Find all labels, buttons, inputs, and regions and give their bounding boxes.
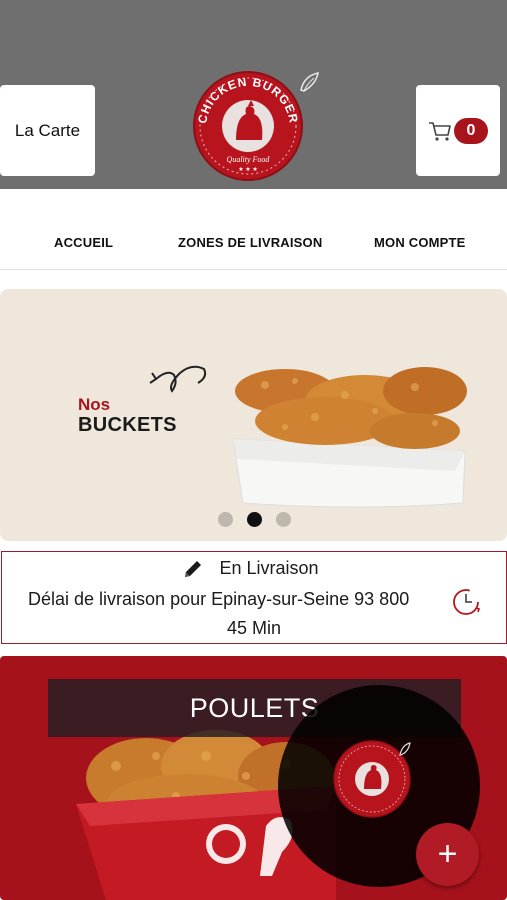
carousel-dot-3[interactable] <box>276 512 291 527</box>
overlay-brand-logo <box>333 740 411 818</box>
bucket-image <box>232 367 467 508</box>
clock-icon <box>453 589 481 615</box>
cart-count-badge: 0 <box>454 117 488 144</box>
promo-banner[interactable]: Nos BUCKETS <box>0 289 507 541</box>
arrow-doodle-icon <box>149 365 207 393</box>
carousel-dot-1[interactable] <box>218 512 233 527</box>
banner-title-small: Nos <box>78 395 111 414</box>
bird-icon <box>300 72 319 92</box>
cart-icon <box>429 121 451 141</box>
banner-title-big: BUCKETS <box>78 414 177 436</box>
brand-logo[interactable]: CHICKEN BURGER Quality Food ★ ★ ★ <box>188 70 308 182</box>
add-button[interactable]: + <box>416 823 479 886</box>
logo-text-bottom: Quality Food <box>227 155 271 164</box>
plus-icon: + <box>437 835 458 873</box>
carousel-dot-2[interactable] <box>247 512 262 527</box>
app-header: La Carte CHICKEN BURGER Quality Food ★ ★… <box>0 0 507 189</box>
main-nav: ACCUEIL ZONES DE LIVRAISON MON COMPTE <box>0 189 507 270</box>
delivery-delay-text: Délai de livraison pour Epinay-sur-Seine… <box>28 589 410 609</box>
svg-text:★ ★ ★: ★ ★ ★ <box>238 166 257 173</box>
nav-item-accueil[interactable]: ACCUEIL <box>54 235 113 250</box>
delivery-time: 45 Min <box>226 618 282 638</box>
cart-button[interactable]: 0 <box>416 85 500 176</box>
menu-button[interactable]: La Carte <box>0 85 95 176</box>
delivery-info-box[interactable]: En Livraison Délai de livraison pour Epi… <box>1 551 507 644</box>
delivery-mode: En Livraison <box>219 558 319 578</box>
menu-button-label: La Carte <box>14 120 81 140</box>
nav-item-mon-compte[interactable]: MON COMPTE <box>374 235 466 250</box>
carousel-dots <box>218 512 291 527</box>
nav-item-zones-de-livraison[interactable]: ZONES DE LIVRAISON <box>178 235 322 250</box>
